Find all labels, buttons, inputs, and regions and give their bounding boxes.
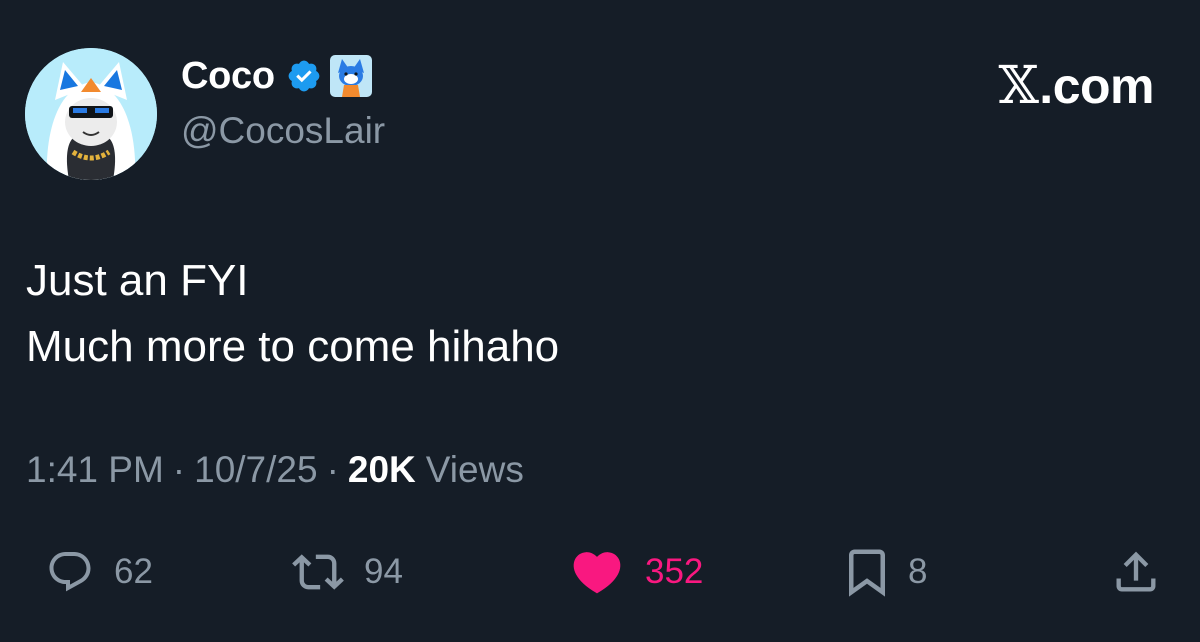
tweet-meta: 1:41 PM · 10/7/25 · 20K Views <box>26 449 524 491</box>
reply-count: 62 <box>114 552 153 591</box>
bookmark-button[interactable]: 8 <box>840 540 927 604</box>
x-logo-icon: 𝕏 <box>998 56 1039 116</box>
like-button[interactable]: 352 <box>569 540 703 604</box>
author-handle[interactable]: @CocosLair <box>181 110 385 152</box>
avatar[interactable] <box>25 48 157 180</box>
author-name-row: Coco <box>181 54 372 98</box>
views-count[interactable]: 20K <box>348 449 416 491</box>
meta-separator: · <box>326 449 339 490</box>
heart-icon <box>573 552 621 594</box>
verified-badge-icon[interactable] <box>286 58 322 94</box>
bookmark-count: 8 <box>908 552 928 591</box>
reply-icon <box>49 552 91 592</box>
repost-button[interactable]: 94 <box>292 540 403 604</box>
views-label: Views <box>425 449 524 490</box>
tweet-text-line: Much more to come hihaho <box>26 322 560 371</box>
meta-separator: · <box>172 449 186 490</box>
action-bar: 62 94 352 8 <box>0 540 1200 604</box>
brand-suffix: .com <box>1039 58 1154 114</box>
tweet-date[interactable]: 10/7/25 <box>194 449 317 491</box>
tweet-time[interactable]: 1:41 PM <box>26 449 164 491</box>
repost-count: 94 <box>364 552 403 591</box>
tweet-card: Coco @CocosLair 𝕏 .com Just an FYI Much … <box>0 0 1200 642</box>
like-count: 352 <box>645 552 704 591</box>
tweet-text-line: Just an FYI <box>26 256 249 305</box>
repost-icon <box>292 554 344 590</box>
x-com-logo: 𝕏 .com <box>998 56 1154 116</box>
tweet-text: Just an FYI Much more to come hihaho <box>26 248 559 380</box>
share-icon <box>1116 551 1156 592</box>
share-button[interactable] <box>1110 540 1162 604</box>
bookmark-icon <box>849 549 885 597</box>
fox-affiliate-badge-icon[interactable] <box>329 55 372 97</box>
reply-button[interactable]: 62 <box>46 540 153 604</box>
author-display-name[interactable]: Coco <box>181 55 275 98</box>
avatar-image <box>25 48 157 180</box>
